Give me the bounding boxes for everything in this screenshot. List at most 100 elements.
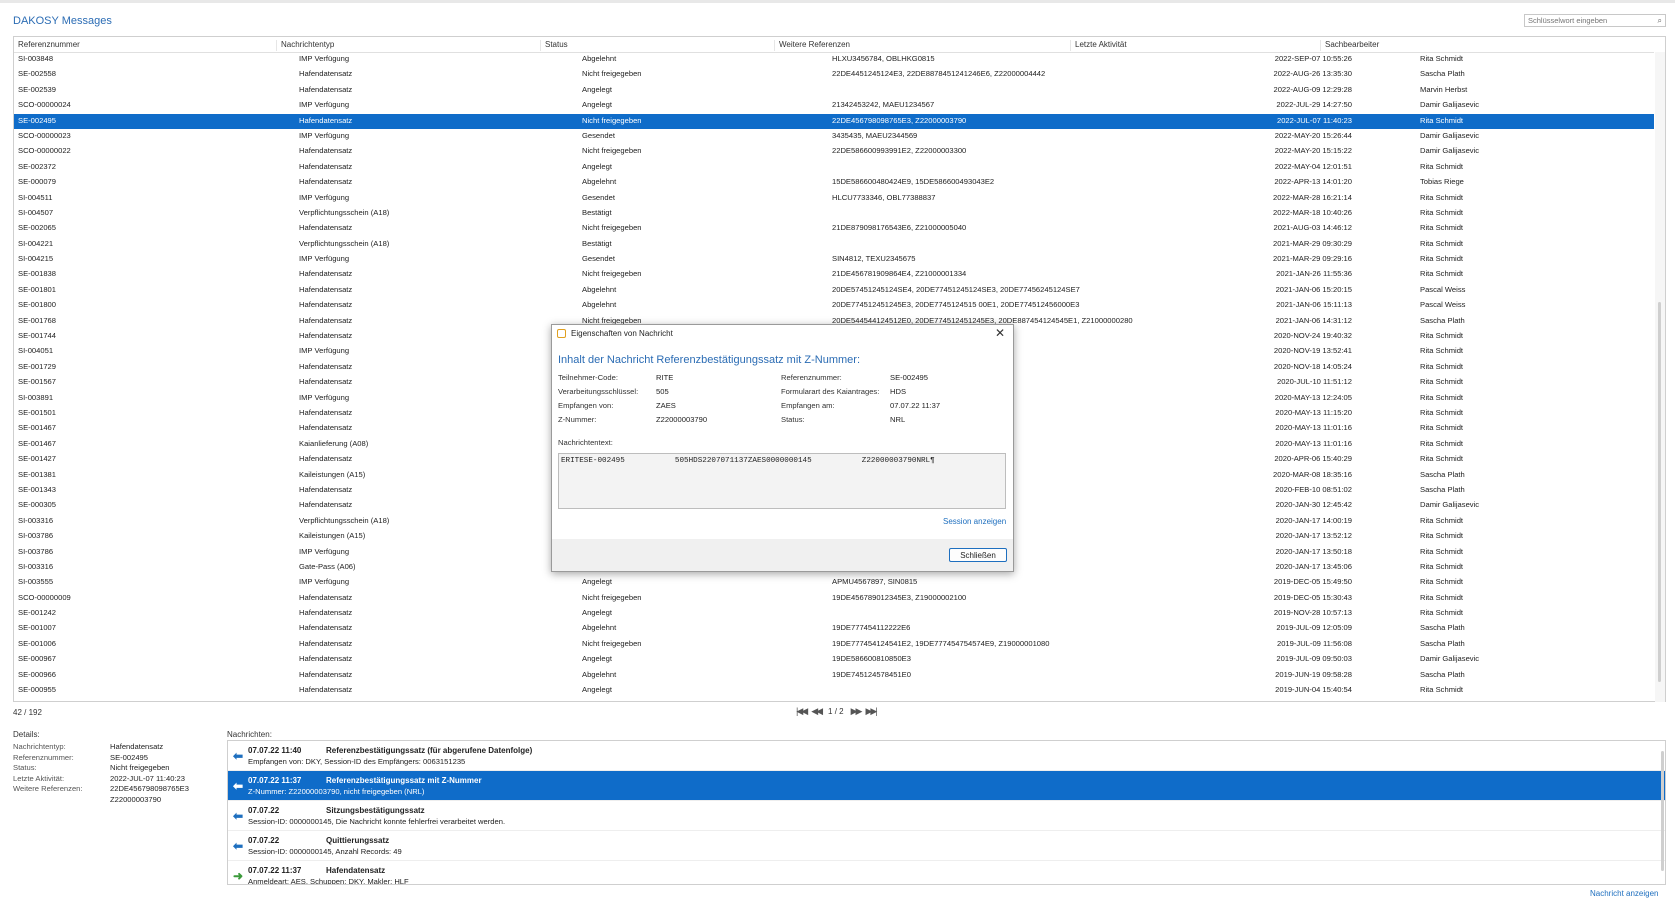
cell-nachrichtentyp: Hafendatensatz xyxy=(299,223,353,233)
cell-status: Gesendet xyxy=(582,130,615,140)
cell-letzte-aktivitaet: 2020-JAN-17 13:50:18 xyxy=(1275,546,1352,556)
cell-referenznummer: SE-001567 xyxy=(18,377,56,387)
cell-referenznummer: SE-001427 xyxy=(18,454,56,464)
cell-sachbearbeiter: Sascha Plath xyxy=(1420,484,1465,494)
message-subtitle: Z-Nummer: Z22000003790, nicht freigegebe… xyxy=(248,787,425,796)
table-row[interactable]: SCO-00000009 Hafendatensatz Nicht freigege… xyxy=(14,591,1654,606)
details-field-value: Z22000003790 xyxy=(110,794,162,804)
cell-letzte-aktivitaet: 2019-NOV-28 10:57:13 xyxy=(1273,608,1352,618)
messages-scrollbar[interactable] xyxy=(1661,751,1664,871)
table-row[interactable]: SCO-00000024 IMP Verfügung Angelegt 2134245… xyxy=(14,98,1654,113)
session-link[interactable]: Session anzeigen xyxy=(943,517,1006,526)
close-button[interactable]: Schließen xyxy=(949,548,1007,562)
table-row[interactable]: SE-001006 Hafendatensatz Nicht freigegeben… xyxy=(14,637,1654,652)
table-row[interactable]: SI-003555 IMP Verfügung Angelegt APMU456789… xyxy=(14,575,1654,590)
cell-letzte-aktivitaet: 2022-JUL-07 11:40:23 xyxy=(1276,115,1352,125)
show-message-link[interactable]: Nachricht anzeigen xyxy=(1590,889,1658,898)
search-icon[interactable]: ⌕ xyxy=(1658,16,1662,26)
table-row[interactable]: SE-002539 Hafendatensatz Angelegt 2022-AUG-… xyxy=(14,83,1654,98)
search-input[interactable] xyxy=(1525,16,1651,25)
cell-weitere-referenzen: 20DE774512451245E3, 20DE7745124515 00E1,… xyxy=(832,300,1080,310)
table-row[interactable]: SE-002558 Hafendatensatz Nicht freigegeben… xyxy=(14,67,1654,82)
cell-status: Abgelehnt xyxy=(582,300,617,310)
table-row[interactable]: SE-001242 Hafendatensatz Angelegt 2019-NOV-… xyxy=(14,606,1654,621)
cell-letzte-aktivitaet: 2022-SEP-07 10:55:26 xyxy=(1274,54,1352,63)
message-item[interactable]: ⬅ 07.07.22 Sitzungsbestätigungssatz Session… xyxy=(228,801,1665,831)
cell-weitere-referenzen: 22DE456798098765E3, Z22000003790 xyxy=(832,115,967,125)
cell-letzte-aktivitaet: 2021-MAR-29 09:29:16 xyxy=(1273,254,1352,264)
cell-nachrichtentyp: Verpflichtungsschein (A18) xyxy=(299,515,390,525)
cell-weitere-referenzen: 15DE586600480424E9, 15DE586600493043E2 xyxy=(832,177,995,187)
table-row[interactable]: SI-004511 IMP Verfügung Gesendet HLCU773334… xyxy=(14,191,1654,206)
message-text-area[interactable]: ERITESE-002495 505HDS2207071137ZAES00000… xyxy=(558,453,1006,509)
cell-letzte-aktivitaet: 2019-JUL-09 12:05:09 xyxy=(1276,623,1352,633)
search-box[interactable]: ⌕ xyxy=(1524,14,1666,27)
cell-letzte-aktivitaet: 2020-MAY-13 11:15:20 xyxy=(1275,407,1352,417)
table-row[interactable]: SE-001007 Hafendatensatz Abgelehnt 19DE7774… xyxy=(14,621,1654,636)
table-row[interactable]: SE-000955 Hafendatensatz Angelegt 2019-JUN-… xyxy=(14,683,1654,698)
message-item[interactable]: ⬅ 07.07.22 Quittierungssatz Session-ID: 000… xyxy=(228,831,1665,861)
message-title: Hafendatensatz xyxy=(326,866,386,875)
table-row[interactable]: SI-004221 Verpflichtungsschein (A18) Bestä… xyxy=(14,237,1654,252)
dialog-field-value: 07.07.22 11:37 xyxy=(890,401,941,410)
table-row[interactable]: SE-002495 Hafendatensatz Nicht freigegeben… xyxy=(14,113,1654,129)
cell-letzte-aktivitaet: 2020-MAR-08 18:35:16 xyxy=(1273,469,1352,479)
prev-page-icon[interactable]: ◀◀ xyxy=(811,706,823,717)
table-row[interactable]: SE-001838 Hafendatensatz Nicht freigegeben… xyxy=(14,267,1654,282)
record-count: 42 / 192 xyxy=(13,708,42,717)
cell-referenznummer: SCO-00000023 xyxy=(18,130,71,140)
table-row[interactable]: SE-001801 Hafendatensatz Abgelehnt 20DE5745… xyxy=(14,283,1654,298)
table-row[interactable]: SE-002372 Hafendatensatz Angelegt 2022-MAY-… xyxy=(14,160,1654,175)
cell-letzte-aktivitaet: 2022-JUL-29 14:27:50 xyxy=(1276,100,1352,110)
cell-sachbearbeiter: Sascha Plath xyxy=(1420,638,1465,648)
column-header-weitere-referenzen[interactable]: Weitere Referenzen xyxy=(774,40,1071,51)
dialog-field-label: Referenznummer: xyxy=(781,373,842,382)
table-row[interactable]: SCO-00000022 Hafendatensatz Nicht freigege… xyxy=(14,144,1654,159)
cell-nachrichtentyp: Hafendatensatz xyxy=(299,423,353,433)
table-row[interactable]: SCO-00000023 IMP Verfügung Gesendet 3435435… xyxy=(14,129,1654,144)
cell-letzte-aktivitaet: 2020-JAN-17 13:52:12 xyxy=(1275,531,1352,541)
close-icon[interactable]: ✕ xyxy=(995,326,1005,340)
column-header-status[interactable]: Status xyxy=(540,40,775,51)
cell-referenznummer: SE-001467 xyxy=(18,438,56,448)
dialog-field-label: Teilnehmer-Code: xyxy=(558,373,618,382)
cell-sachbearbeiter: Sascha Plath xyxy=(1420,669,1465,679)
last-page-icon[interactable]: ▶▶| xyxy=(865,706,877,717)
column-header-sachbearbeiter[interactable]: Sachbearbeiter xyxy=(1320,40,1645,51)
table-row[interactable]: SE-002065 Hafendatensatz Nicht freigegeben… xyxy=(14,221,1654,236)
cell-status: Nicht freigegeben xyxy=(582,592,642,602)
table-row[interactable]: SI-004215 IMP Verfügung Gesendet SIN4812, T… xyxy=(14,252,1654,267)
cell-sachbearbeiter: Rita Schmidt xyxy=(1420,407,1464,417)
scrollbar-thumb[interactable] xyxy=(1658,302,1661,682)
cell-referenznummer: SE-001744 xyxy=(18,331,56,341)
next-page-icon[interactable]: ▶▶ xyxy=(851,706,863,717)
message-text-label: Nachrichtentext: xyxy=(558,438,613,447)
cell-referenznummer: SE-001007 xyxy=(18,623,56,633)
table-row[interactable]: SI-004507 Verpflichtungsschein (A18) Bestä… xyxy=(14,206,1654,221)
dialog-field-label: Empfangen am: xyxy=(781,401,835,410)
cell-referenznummer: SI-004507 xyxy=(18,207,54,217)
cell-letzte-aktivitaet: 2021-JAN-06 15:11:13 xyxy=(1276,300,1352,310)
column-header-letzte-aktivitaet[interactable]: Letzte Aktivität xyxy=(1070,40,1321,51)
incoming-arrow-icon: ⬅ xyxy=(233,779,244,793)
column-header-nachrichtentyp[interactable]: Nachrichtentyp xyxy=(276,40,541,51)
cell-nachrichtentyp: Hafendatensatz xyxy=(299,407,353,417)
column-header-referenznummer[interactable]: Referenznummer xyxy=(14,40,276,51)
details-label: Details: xyxy=(13,730,40,739)
cell-referenznummer: SE-000967 xyxy=(18,654,56,664)
table-row[interactable]: SE-000967 Hafendatensatz Angelegt 19DE58660… xyxy=(14,652,1654,667)
details-field-value: 22DE456798098765E3 xyxy=(110,784,189,793)
first-page-icon[interactable]: |◀◀ xyxy=(796,706,808,717)
page-indicator: 1 / 2 xyxy=(828,707,844,716)
table-row[interactable]: SE-001800 Hafendatensatz Abgelehnt 20DE7745… xyxy=(14,298,1654,313)
cell-nachrichtentyp: Hafendatensatz xyxy=(299,361,353,371)
cell-referenznummer: SCO-00000009 xyxy=(18,592,71,602)
table-row[interactable]: SE-000079 Hafendatensatz Abgelehnt 15DE5866… xyxy=(14,175,1654,190)
cell-referenznummer: SE-002495 xyxy=(18,115,56,125)
message-item[interactable]: ➜ 07.07.22 11:37 Hafendatensatz Anmeldeart:… xyxy=(228,861,1665,884)
message-item[interactable]: ⬅ 07.07.22 11:40 Referenzbestätigungssatz … xyxy=(228,741,1665,771)
table-row[interactable]: SE-000966 Hafendatensatz Abgelehnt 19DE7451… xyxy=(14,668,1654,683)
message-item[interactable]: ⬅ 07.07.22 11:37 Referenzbestätigungssatz … xyxy=(228,771,1665,801)
table-scrollbar[interactable] xyxy=(1655,52,1665,702)
table-row[interactable]: SI-003848 IMP Verfügung Abgelehnt HLXU34567… xyxy=(14,52,1654,67)
